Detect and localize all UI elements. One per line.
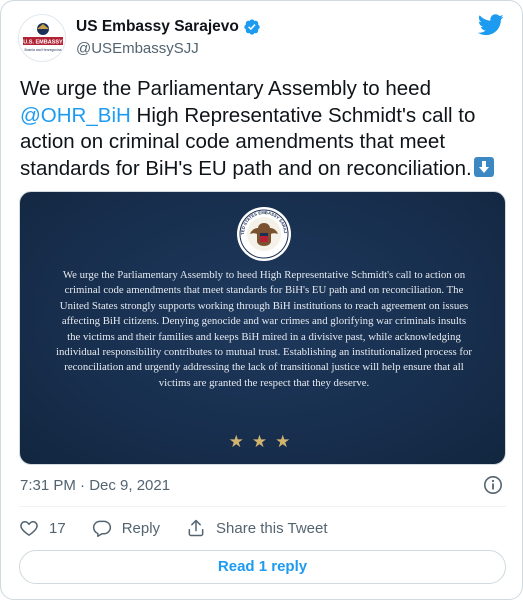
- verified-badge-icon: [243, 18, 261, 36]
- like-button[interactable]: 17: [19, 518, 66, 538]
- stars-decoration: ★★★: [228, 432, 299, 451]
- twitter-bird-icon[interactable]: [477, 14, 504, 36]
- action-bar: 17 Reply Share this Tweet: [19, 515, 354, 541]
- reply-icon: [92, 520, 111, 537]
- arrow-down-emoji: [473, 156, 494, 177]
- divider: [19, 506, 506, 507]
- reply-button[interactable]: Reply: [92, 518, 160, 538]
- author-block: US Embassy Sarajevo @USEmbassySJJ: [76, 18, 261, 57]
- statement-text: We urge the Parliamentary Assembly to he…: [56, 269, 472, 389]
- reply-label: Reply: [121, 519, 161, 537]
- tweet-text-part1: We urge the Parliamentary Assembly to he…: [20, 77, 431, 100]
- share-icon: [188, 519, 204, 537]
- author-handle[interactable]: @USEmbassySJJ: [76, 40, 261, 57]
- svg-text:Bosnia and Herzegovina: Bosnia and Herzegovina: [25, 48, 62, 52]
- tweet-image[interactable]: UNITED STATES EMBASSY SARAJEVO We urge t…: [19, 191, 506, 465]
- share-button[interactable]: Share this Tweet: [186, 518, 328, 538]
- tweet-card: U.S. EMBASSY Bosnia and Herzegovina US E…: [0, 0, 523, 600]
- like-count: 17: [49, 519, 66, 537]
- mention-link[interactable]: @OHR_BiH: [20, 104, 131, 127]
- embassy-logo-icon: U.S. EMBASSY Bosnia and Herzegovina: [23, 23, 63, 52]
- avatar[interactable]: U.S. EMBASSY Bosnia and Herzegovina: [18, 14, 66, 62]
- read-replies-button[interactable]: Read 1 reply: [19, 550, 506, 584]
- tweet-text: We urge the Parliamentary Assembly to he…: [20, 76, 510, 182]
- embassy-seal-icon: UNITED STATES EMBASSY SARAJEVO: [236, 206, 291, 261]
- author-name-row: US Embassy Sarajevo: [76, 18, 261, 36]
- tweet-timestamp[interactable]: 7:31 PM · Dec 9, 2021: [20, 477, 170, 494]
- share-label: Share this Tweet: [216, 519, 328, 537]
- heart-icon: [20, 521, 38, 536]
- author-name[interactable]: US Embassy Sarajevo: [76, 18, 239, 36]
- info-icon[interactable]: [483, 475, 503, 495]
- svg-text:U.S. EMBASSY: U.S. EMBASSY: [23, 40, 63, 46]
